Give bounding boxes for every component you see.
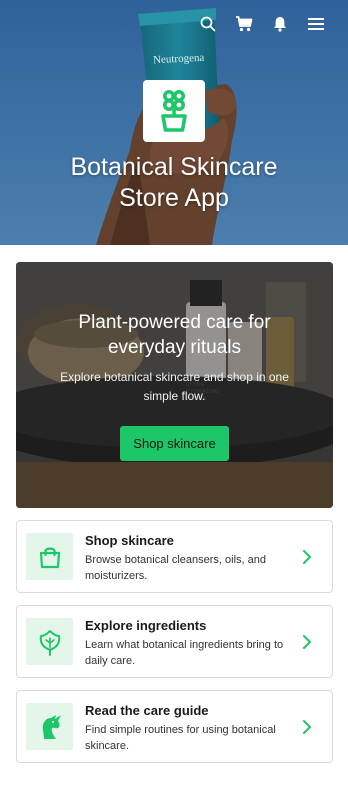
unicorn-icon — [42, 714, 61, 739]
card-icon-box — [26, 618, 73, 665]
card-description: Browse botanical cleansers, oils, and mo… — [85, 554, 266, 582]
card-care-guide[interactable]: Read the care guide Find simple routines… — [16, 690, 333, 763]
promo-card: ULTRA HYDRATING SERUM Plant-powered care… — [16, 262, 333, 508]
card-description: Learn what botanical ingredients bring t… — [85, 639, 284, 667]
notification-bell-icon[interactable] — [270, 14, 290, 34]
search-icon[interactable] — [198, 14, 218, 34]
card-description: Find simple routines for using botanical… — [85, 724, 276, 752]
shopping-bag-icon — [39, 547, 60, 568]
page-title: Botanical Skincare Store App — [70, 153, 278, 212]
card-icon-box — [26, 703, 73, 750]
card-shop-skincare[interactable]: Shop skincare Browse botanical cleansers… — [16, 520, 333, 593]
chevron-right-icon — [303, 635, 311, 649]
shop-skincare-button[interactable]: Shop skincare — [120, 426, 229, 461]
card-title: Explore ingredients — [85, 618, 207, 633]
chevron-right-icon — [303, 550, 311, 564]
hero-banner: Neutrogena Botanical Skincare Store App — [0, 0, 348, 245]
potted-flower-icon — [161, 90, 187, 132]
promo-content: Plant-powered care for everyday rituals … — [16, 310, 333, 461]
card-title: Shop skincare — [85, 533, 174, 548]
menu-icon[interactable] — [306, 14, 326, 34]
promo-title: Plant-powered care for everyday rituals — [78, 312, 271, 358]
card-explore-ingredients[interactable]: Explore ingredients Learn what botanical… — [16, 605, 333, 678]
cart-icon[interactable] — [234, 14, 254, 34]
card-icon-box — [26, 533, 73, 580]
app-logo — [143, 80, 205, 142]
header-nav — [198, 14, 326, 34]
leaf-icon — [39, 629, 60, 656]
promo-text: Explore botanical skincare and shop in o… — [60, 370, 289, 403]
card-title: Read the care guide — [85, 703, 209, 718]
chevron-right-icon — [303, 720, 311, 734]
